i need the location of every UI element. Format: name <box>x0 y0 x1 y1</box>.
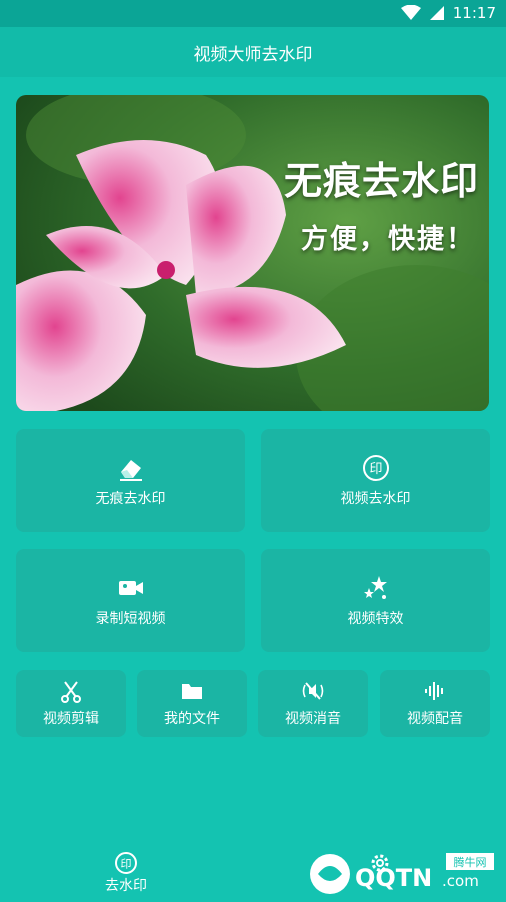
soundwave-icon <box>423 679 447 703</box>
stamp-icon: 印 <box>115 852 137 874</box>
video-remove-watermark-label: 视频去水印 <box>340 490 411 507</box>
record-short-video-card[interactable]: 录制短视频 <box>16 549 245 652</box>
nav-item-remove-watermark[interactable]: 印 去水印 <box>91 851 161 895</box>
video-edit-card[interactable]: 视频剪辑 <box>16 670 126 737</box>
mute-icon <box>301 679 325 703</box>
nav-item-label: 去水印 <box>105 878 147 894</box>
svg-text:印: 印 <box>369 462 382 477</box>
video-remove-watermark-card[interactable]: 印 视频去水印 <box>261 429 490 532</box>
scissors-icon <box>59 679 83 703</box>
wifi-icon <box>400 5 421 20</box>
status-time: 11:17 <box>452 4 496 22</box>
sparkle-stars-icon <box>362 574 390 602</box>
video-dubbing-card[interactable]: 视频配音 <box>380 670 490 737</box>
banner-title: 无痕去水印 <box>283 159 479 203</box>
status-icons: 11:17 <box>400 4 496 22</box>
svg-text:QQTN: QQTN <box>355 864 432 892</box>
video-mute-card[interactable]: 视频消音 <box>258 670 368 737</box>
signal-icon <box>429 6 444 20</box>
qqtn-logo: QQTN .com 腾牛网 <box>310 853 494 894</box>
video-edit-label: 视频剪辑 <box>43 711 99 727</box>
my-files-label: 我的文件 <box>164 711 220 727</box>
video-dubbing-label: 视频配音 <box>407 711 463 727</box>
site-watermark: QQTN .com 腾牛网 <box>300 848 500 898</box>
my-files-card[interactable]: 我的文件 <box>137 670 247 737</box>
remove-watermark-label: 无痕去水印 <box>95 490 166 507</box>
video-effects-label: 视频特效 <box>347 610 404 627</box>
svg-text:.com: .com <box>442 872 479 890</box>
status-bar: 11:17 <box>0 0 506 27</box>
app-bar: 视频大师去水印 <box>0 27 506 77</box>
stamp-icon: 印 <box>362 454 390 482</box>
banner-subtitle: 方便，快捷！ <box>301 224 475 255</box>
folder-icon <box>180 679 204 703</box>
record-short-video-label: 录制短视频 <box>95 610 166 627</box>
svg-text:腾牛网: 腾牛网 <box>454 855 487 869</box>
app-title: 视频大师去水印 <box>193 44 313 65</box>
video-mute-label: 视频消音 <box>285 711 341 727</box>
video-effects-card[interactable]: 视频特效 <box>261 549 490 652</box>
svg-text:印: 印 <box>121 858 132 871</box>
banner[interactable]: 无痕去水印 方便，快捷！ <box>16 95 489 411</box>
eraser-icon <box>117 454 145 482</box>
video-camera-icon <box>117 574 145 602</box>
remove-watermark-card[interactable]: 无痕去水印 <box>16 429 245 532</box>
